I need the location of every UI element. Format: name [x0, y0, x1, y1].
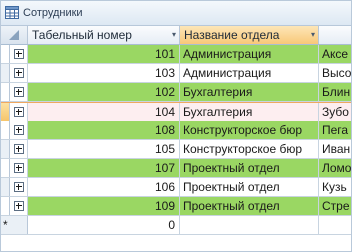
row-expand-cell: [10, 103, 28, 121]
cell-department[interactable]: Конструкторское бюр: [180, 121, 319, 139]
cell-department[interactable]: [180, 216, 319, 234]
row-expand-cell: [10, 178, 28, 196]
row-selector[interactable]: [1, 197, 10, 215]
cell-department[interactable]: Проектный отдел: [180, 159, 319, 177]
cell-employee[interactable]: [319, 216, 351, 234]
cell-tab-number[interactable]: 102: [28, 83, 180, 101]
expand-plus-icon[interactable]: [14, 107, 24, 117]
datasheet-window: Сотрудники Табельный номер ▾ Название от…: [0, 0, 352, 252]
row-expand-cell: [10, 64, 28, 82]
sort-dropdown-icon[interactable]: ▾: [311, 26, 315, 44]
row-expand-cell: [10, 159, 28, 177]
table-row[interactable]: 101 Администрация Аксе: [1, 45, 351, 64]
column-header-tab-number[interactable]: Табельный номер ▾: [28, 26, 180, 44]
cell-department[interactable]: Бухгалтерия: [180, 103, 319, 121]
cell-department[interactable]: Администрация: [180, 64, 319, 82]
row-selector[interactable]: [1, 121, 10, 139]
expand-plus-icon[interactable]: [14, 144, 24, 154]
table-row[interactable]: 108 Конструкторское бюр Пега: [1, 121, 351, 140]
cell-tab-number[interactable]: 103: [28, 64, 180, 82]
cell-department[interactable]: Проектный отдел: [180, 178, 319, 196]
cell-department[interactable]: Бухгалтерия: [180, 83, 319, 101]
row-selector[interactable]: [1, 140, 10, 158]
select-all-corner[interactable]: [1, 26, 28, 44]
cell-employee[interactable]: Пега: [319, 121, 351, 139]
cell-employee[interactable]: Ломо: [319, 159, 351, 177]
cell-tab-number[interactable]: 106: [28, 178, 180, 196]
expand-plus-icon[interactable]: [14, 201, 24, 211]
cell-employee[interactable]: Аксе: [319, 45, 351, 63]
row-expand-cell: [10, 83, 28, 101]
row-selector[interactable]: [1, 159, 10, 177]
cell-tab-number[interactable]: 101: [28, 45, 180, 63]
row-expand-cell: [10, 121, 28, 139]
column-header-department[interactable]: Название отдела ▾: [180, 26, 319, 44]
table-row[interactable]: 109 Проектный отдел Стре: [1, 197, 351, 216]
row-expand-cell: [10, 197, 28, 215]
column-header-employee[interactable]: [319, 26, 351, 44]
cell-department[interactable]: Проектный отдел: [180, 197, 319, 215]
datasheet-grid: Табельный номер ▾ Название отдела ▾ 101 …: [1, 26, 351, 251]
row-selector[interactable]: [1, 83, 10, 101]
row-expand-cell: [10, 45, 28, 63]
row-expand-cell: [10, 140, 28, 158]
window-title: Сотрудники: [23, 7, 83, 19]
cell-employee[interactable]: Блин: [319, 83, 351, 101]
cell-department[interactable]: Администрация: [180, 45, 319, 63]
row-selector[interactable]: [1, 45, 10, 63]
cell-tab-number[interactable]: 105: [28, 140, 180, 158]
title-bar[interactable]: Сотрудники: [1, 1, 351, 26]
cell-employee[interactable]: Кузь: [319, 178, 351, 196]
column-header-label: Табельный номер: [32, 28, 132, 42]
row-selector[interactable]: [1, 178, 10, 196]
expand-plus-icon[interactable]: [14, 182, 24, 192]
expand-plus-icon[interactable]: [14, 87, 24, 97]
row-selector[interactable]: [1, 103, 10, 121]
row-selector[interactable]: [1, 64, 10, 82]
new-record-asterisk-icon: *: [3, 218, 8, 232]
column-header-label: Название отдела: [184, 28, 280, 42]
cell-department[interactable]: Конструкторское бюр: [180, 140, 319, 158]
cell-tab-number[interactable]: 109: [28, 197, 180, 215]
cell-employee[interactable]: Зубо: [319, 103, 351, 121]
table-row[interactable]: 102 Бухгалтерия Блин: [1, 83, 351, 102]
cell-tab-number[interactable]: 108: [28, 121, 180, 139]
cell-tab-number[interactable]: 104: [28, 103, 180, 121]
expand-plus-icon[interactable]: [14, 125, 24, 135]
table-row[interactable]: 107 Проектный отдел Ломо: [1, 159, 351, 178]
cell-tab-number[interactable]: 0: [28, 216, 180, 234]
select-all-icon: [9, 30, 19, 40]
table-row-current[interactable]: 104 Бухгалтерия Зубо: [1, 102, 351, 121]
cell-employee[interactable]: Высо: [319, 64, 351, 82]
cell-employee[interactable]: Стре: [319, 197, 351, 215]
row-selector[interactable]: *: [1, 216, 28, 234]
sort-dropdown-icon[interactable]: ▾: [172, 26, 176, 44]
table-row[interactable]: 103 Администрация Высо: [1, 64, 351, 83]
cell-employee[interactable]: Иван: [319, 140, 351, 158]
expand-plus-icon[interactable]: [14, 49, 24, 59]
cell-tab-number[interactable]: 107: [28, 159, 180, 177]
table-row[interactable]: 106 Проектный отдел Кузь: [1, 178, 351, 197]
column-header-row: Табельный номер ▾ Название отдела ▾: [1, 26, 351, 45]
expand-plus-icon[interactable]: [14, 68, 24, 78]
table-icon: [5, 6, 19, 19]
new-record-row[interactable]: * 0: [1, 216, 351, 235]
expand-plus-icon[interactable]: [14, 163, 24, 173]
table-row[interactable]: 105 Конструкторское бюр Иван: [1, 140, 351, 159]
